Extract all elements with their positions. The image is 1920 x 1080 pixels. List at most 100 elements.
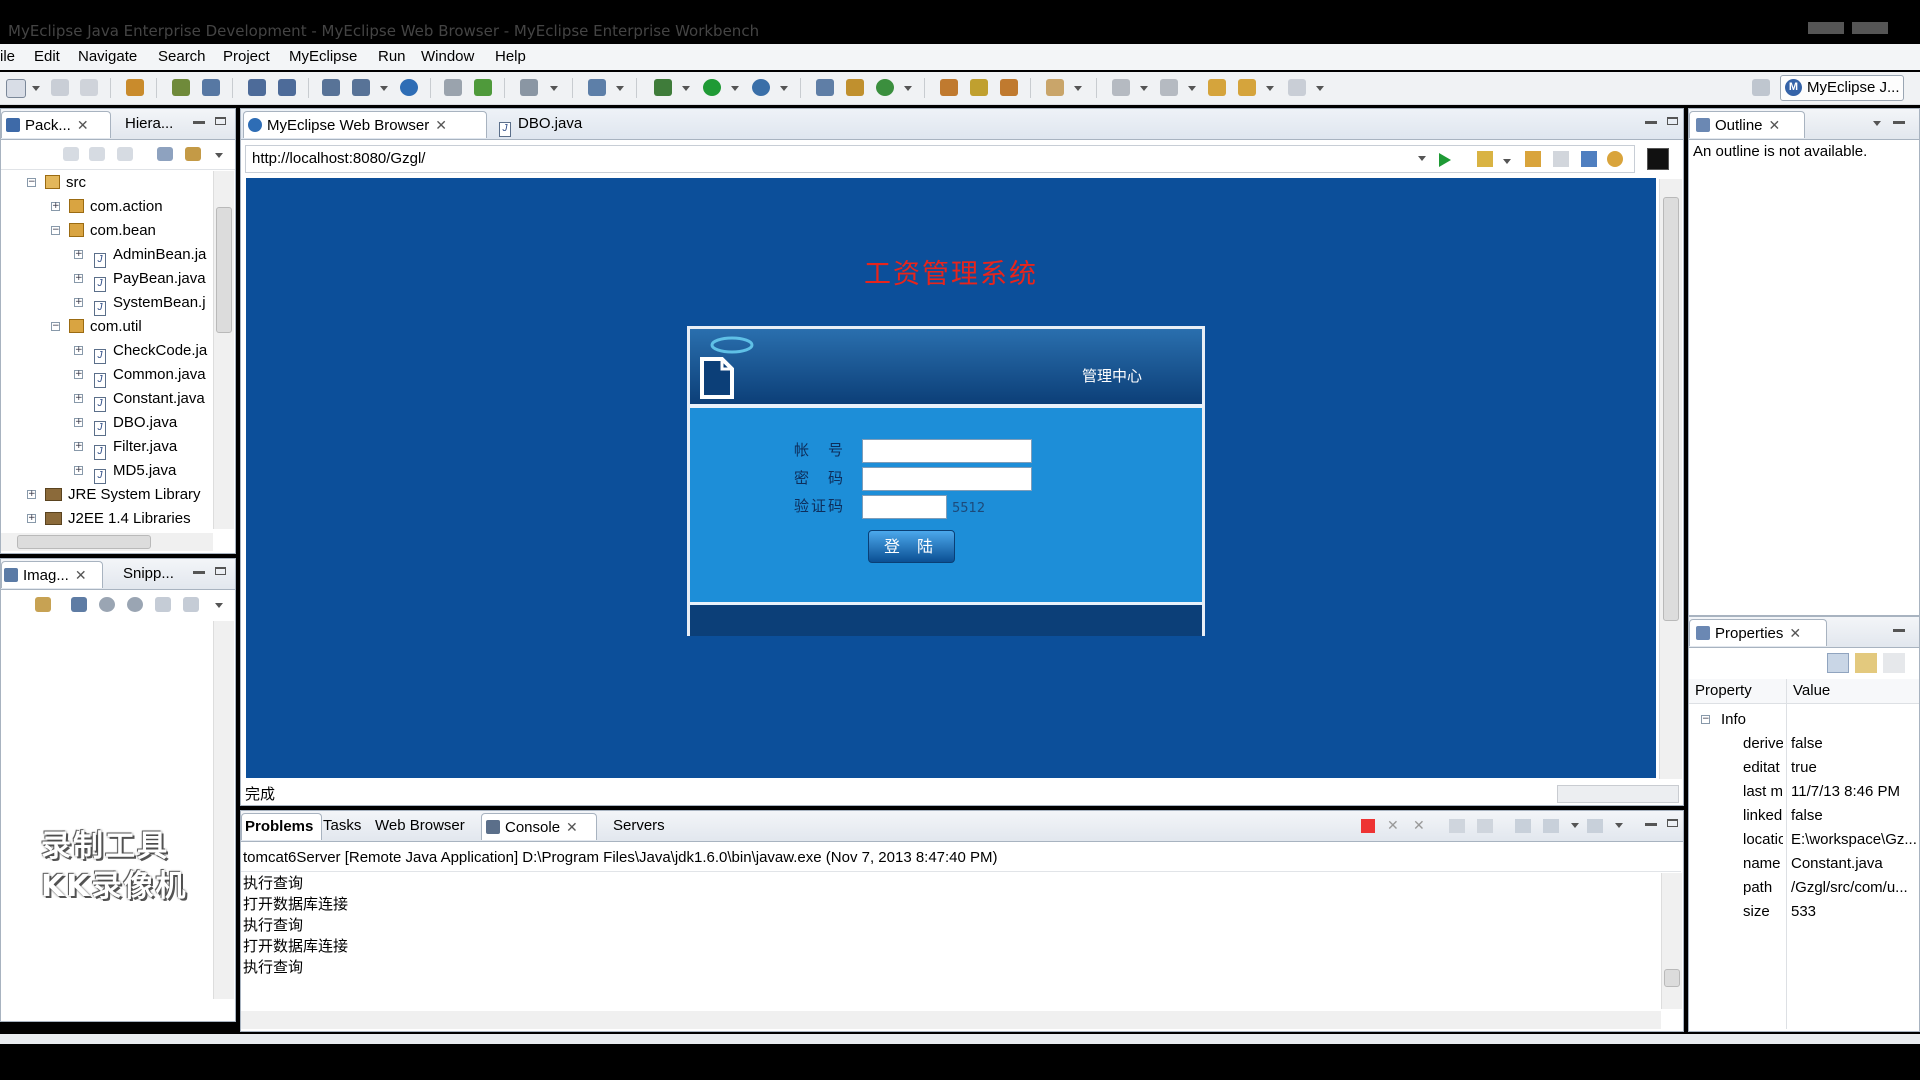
new-package-icon[interactable] [816, 79, 834, 96]
tree-toggle-common[interactable]: + [74, 370, 83, 379]
account-input[interactable] [862, 439, 1032, 463]
password-input[interactable] [862, 467, 1032, 491]
next-annotation-dropdown-icon[interactable] [1140, 86, 1148, 91]
tree-item-dbo[interactable]: J DBO.java [94, 413, 177, 436]
server-icon[interactable] [322, 79, 340, 96]
browser-back-icon[interactable] [1525, 151, 1541, 167]
tree-item-adminbean[interactable]: J AdminBean.ja [94, 245, 206, 268]
browser-stop-icon[interactable] [1581, 151, 1597, 167]
camera-dropdown-icon[interactable] [550, 86, 558, 91]
tree-toggle-systembean[interactable]: + [74, 298, 83, 307]
maximize-panel-icon[interactable] [1667, 819, 1678, 827]
run-dropdown-icon[interactable] [731, 86, 739, 91]
menu-search[interactable]: Search [158, 48, 206, 65]
search-icon[interactable] [1046, 79, 1064, 96]
print-icon[interactable] [80, 79, 98, 96]
refresh-icon[interactable] [35, 597, 51, 612]
tab-snippets[interactable]: Snipp... [105, 561, 203, 587]
property-value[interactable]: true [1791, 756, 1817, 780]
tree-item-filter[interactable]: J Filter.java [94, 437, 177, 460]
property-value[interactable]: false [1791, 804, 1823, 828]
clear-console-icon[interactable] [1449, 819, 1465, 833]
favorites-icon[interactable] [1477, 151, 1493, 167]
new-interface-icon[interactable] [876, 79, 894, 96]
prev-annotation-icon[interactable] [1160, 79, 1178, 96]
minimize-panel-icon[interactable] [193, 121, 205, 124]
open-folder-icon[interactable] [940, 79, 958, 96]
tree-horizontal-scrollbar[interactable] [1, 533, 213, 551]
menu-window[interactable]: Window [421, 48, 474, 65]
tab-image-viewer[interactable]: Imag... ✕ [1, 561, 103, 588]
tree-toggle-dbo[interactable]: + [74, 418, 83, 427]
tree-item-src[interactable]: src [45, 173, 86, 193]
remove-all-icon[interactable]: ✕ [1413, 819, 1429, 833]
debug-icon[interactable] [172, 79, 190, 96]
save-icon[interactable] [51, 79, 69, 96]
ui-designer-dropdown-icon[interactable] [616, 86, 624, 91]
open-perspective-icon[interactable] [1752, 79, 1770, 96]
external-tools-dropdown-icon[interactable] [780, 86, 788, 91]
property-value[interactable]: Constant.java [1791, 852, 1883, 876]
tree-toggle-constant[interactable]: + [74, 394, 83, 403]
tree-item-com-bean[interactable]: com.bean [69, 221, 156, 241]
tree-toggle-j2ee[interactable]: + [27, 514, 36, 523]
collapse-all-icon[interactable] [157, 147, 173, 161]
new-class-icon[interactable] [846, 79, 864, 96]
show-categories-icon[interactable] [1827, 653, 1849, 673]
back-dropdown-icon[interactable] [1266, 86, 1274, 91]
close-icon[interactable]: ✕ [77, 112, 89, 138]
ejb-icon[interactable] [444, 79, 462, 96]
browser-refresh-icon[interactable] [1607, 151, 1623, 167]
url-history-dropdown-icon[interactable] [1418, 156, 1426, 161]
property-value[interactable]: /Gzgl/src/com/u... [1791, 876, 1919, 900]
markers-icon[interactable] [1000, 79, 1018, 96]
scrollbar-thumb[interactable] [17, 535, 151, 549]
menu-edit[interactable]: Edit [34, 48, 60, 65]
back-icon[interactable] [1238, 79, 1256, 96]
tab-problems[interactable]: Problems [241, 813, 322, 840]
tree-item-com-util[interactable]: com.util [69, 317, 142, 337]
link-with-editor-icon[interactable] [185, 147, 201, 161]
tab-dbo-java[interactable]: J DBO.java [493, 111, 609, 137]
view-menu-icon[interactable] [215, 603, 223, 608]
tree-toggle-paybean[interactable]: + [74, 274, 83, 283]
tree-item-com-action[interactable]: com.action [69, 197, 163, 217]
tree-vertical-scrollbar[interactable] [213, 171, 234, 529]
close-icon[interactable]: ✕ [435, 112, 447, 138]
deploy-icon[interactable] [248, 79, 266, 96]
minimize-panel-icon[interactable] [1893, 121, 1905, 124]
forward-icon[interactable] [1288, 79, 1306, 96]
actual-size-icon[interactable] [155, 597, 171, 612]
pencil-icon[interactable] [970, 79, 988, 96]
tree-toggle-md5[interactable]: + [74, 466, 83, 475]
url-text[interactable]: http://localhost:8080/Gzgl/ [252, 150, 425, 167]
tree-item-common[interactable]: J Common.java [94, 365, 206, 388]
next-annotation-icon[interactable] [1112, 79, 1130, 96]
lock-icon[interactable] [202, 79, 220, 96]
tree-toggle-jre[interactable]: + [27, 490, 36, 499]
menu-myeclipse[interactable]: MyEclipse [289, 48, 357, 65]
ui-designer-icon[interactable] [588, 79, 606, 96]
open-console-dropdown-icon[interactable] [1615, 823, 1623, 828]
prev-annotation-dropdown-icon[interactable] [1188, 86, 1196, 91]
console-vertical-scrollbar[interactable] [1661, 873, 1682, 1009]
restore-default-icon[interactable] [1883, 653, 1905, 673]
scrollbar-thumb[interactable] [1663, 197, 1679, 621]
open-type-icon[interactable] [126, 79, 144, 96]
tab-console[interactable]: Console ✕ [481, 813, 597, 840]
tab-servers[interactable]: Servers [613, 813, 683, 839]
display-console-icon[interactable] [1543, 819, 1559, 833]
browser-vertical-scrollbar[interactable] [1659, 179, 1682, 779]
remove-launch-icon[interactable]: ✕ [1387, 819, 1401, 833]
minimize-panel-icon[interactable] [1645, 823, 1657, 826]
url-bar[interactable]: http://localhost:8080/Gzgl/ [245, 145, 1635, 173]
scroll-lock-icon[interactable] [1477, 819, 1493, 833]
zoom-out-icon[interactable] [99, 597, 115, 612]
tab-outline[interactable]: Outline ✕ [1689, 111, 1805, 138]
tab-web-browser[interactable]: MyEclipse Web Browser ✕ [243, 111, 487, 138]
show-advanced-icon[interactable] [1855, 653, 1877, 673]
undeploy-icon[interactable] [278, 79, 296, 96]
forward-dropdown-icon[interactable] [1316, 86, 1324, 91]
scrollbar-thumb[interactable] [216, 207, 232, 333]
property-value[interactable]: false [1791, 732, 1823, 756]
